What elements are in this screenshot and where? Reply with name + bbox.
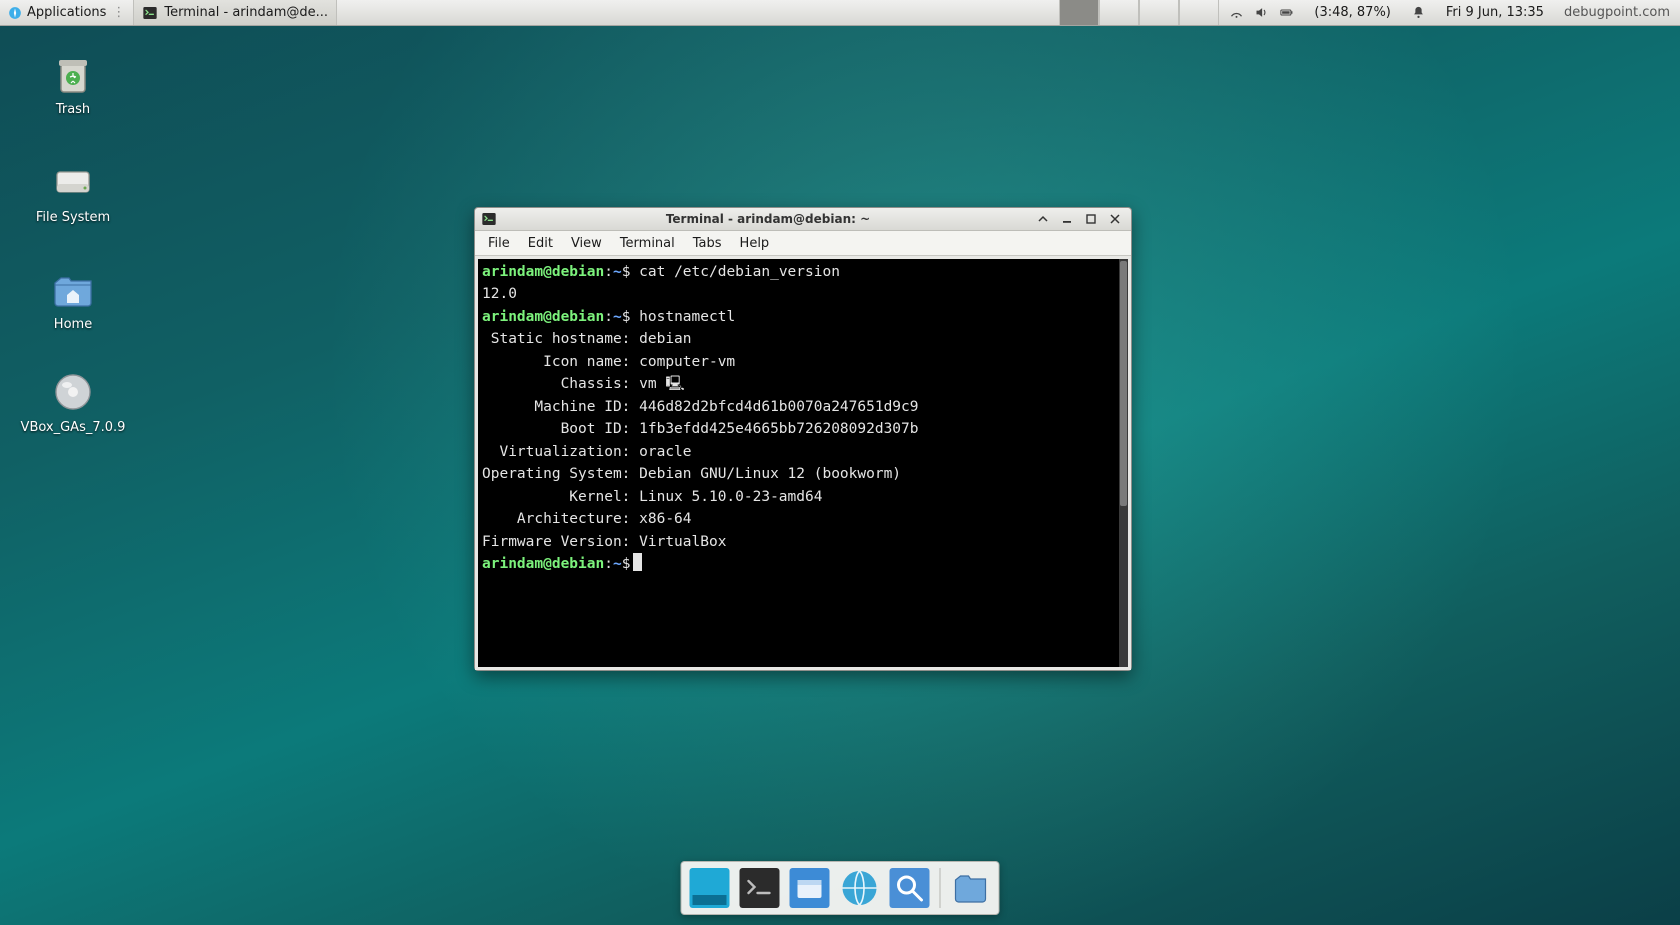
volume-icon[interactable] [1254,5,1269,20]
menu-terminal[interactable]: Terminal [611,233,684,254]
desktop-icon-vbox-gas[interactable]: VBox_GAs_7.0.9 [18,368,128,436]
menu-edit[interactable]: Edit [519,233,562,254]
workspace-2[interactable] [1099,0,1139,25]
dock-show-desktop[interactable] [688,866,732,910]
battery-icon[interactable] [1279,5,1294,20]
taskbar-item-terminal[interactable]: Terminal - arindam@de... [134,0,337,25]
window-shade-button[interactable] [1033,210,1053,228]
menu-view[interactable]: View [562,233,611,254]
window-title: Terminal - arindam@debian: ~ [503,212,1033,226]
desktop-icon-home[interactable]: Home [18,265,128,333]
desktop-icon-trash[interactable]: Trash [18,50,128,118]
workspace-4[interactable] [1179,0,1219,25]
window-titlebar[interactable]: Terminal - arindam@debian: ~ [475,208,1131,231]
desktop-icon-filesystem[interactable]: File System [18,158,128,226]
applications-menu-button[interactable]: Applications ⋮ [0,0,134,25]
terminal-icon [481,211,497,227]
dock-file-manager[interactable] [788,866,832,910]
dock-app-finder[interactable] [888,866,932,910]
menu-file[interactable]: File [479,233,519,254]
taskbar-item-label: Terminal - arindam@de... [164,5,328,20]
notifications-icon[interactable] [1411,5,1426,20]
desktop-icon-label: VBox_GAs_7.0.9 [18,420,128,436]
dock-separator [940,868,941,908]
window-maximize-button[interactable] [1081,210,1101,228]
workspace-3[interactable] [1139,0,1179,25]
desktop-wallpaper[interactable]: Applications ⋮ Terminal - arindam@de... … [0,0,1680,925]
terminal-menubar: File Edit View Terminal Tabs Help [475,231,1131,256]
menu-help[interactable]: Help [731,233,779,254]
network-icon[interactable] [1229,5,1244,20]
desktop-icon-label: File System [18,210,128,226]
terminal-output[interactable]: arindam@debian:~$ cat /etc/debian_versio… [478,259,1128,667]
workspace-1[interactable] [1059,0,1099,25]
terminal-window[interactable]: Terminal - arindam@debian: ~ File Edit V… [474,207,1132,671]
window-close-button[interactable] [1105,210,1125,228]
terminal-cursor [633,553,642,571]
panel-clock[interactable]: Fri 9 Jun, 13:35 [1436,5,1554,20]
top-panel: Applications ⋮ Terminal - arindam@de... … [0,0,1680,26]
desktop-icon-label: Home [18,317,128,333]
window-minimize-button[interactable] [1057,210,1077,228]
dock-terminal[interactable] [738,866,782,910]
desktop-icon-label: Trash [18,102,128,118]
dock-files[interactable] [949,866,993,910]
dock-panel [681,861,1000,915]
watermark-text: debugpoint.com [1554,5,1680,20]
applications-menu-label: Applications [27,5,106,20]
battery-text[interactable]: (3:48, 87%) [1304,5,1401,20]
menu-tabs[interactable]: Tabs [684,233,731,254]
terminal-scrollbar[interactable] [1119,259,1128,667]
dock-web-browser[interactable] [838,866,882,910]
